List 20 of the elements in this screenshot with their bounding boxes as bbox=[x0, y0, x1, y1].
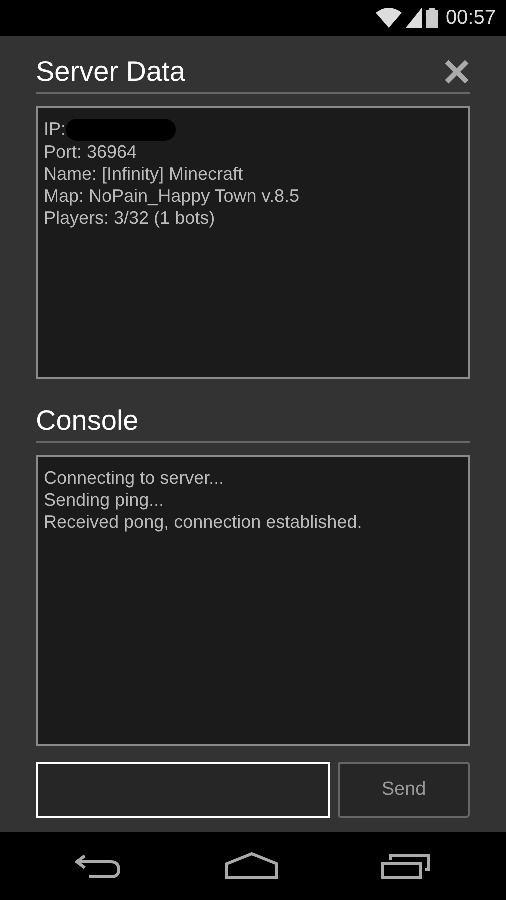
console-line: Connecting to server... bbox=[44, 467, 226, 489]
console-line: Sending ping... bbox=[44, 489, 166, 511]
recent-apps-icon[interactable] bbox=[381, 852, 431, 880]
info-line: IP: bbox=[44, 119, 66, 139]
section-title: Console bbox=[36, 404, 139, 438]
send-button[interactable]: Send bbox=[338, 762, 470, 818]
command-input-field[interactable] bbox=[36, 762, 330, 818]
info-line: Name: [Infinity] Minecraft bbox=[44, 164, 244, 184]
clock: 00:57 bbox=[446, 6, 496, 31]
info-line: Port: 36964 bbox=[44, 142, 138, 162]
info-line: Players: 3/32 (1 bots) bbox=[44, 208, 216, 228]
section-title: Server Data bbox=[36, 55, 186, 89]
close-icon[interactable] bbox=[444, 59, 470, 85]
info-line: Map: NoPain_Happy Town v.8.5 bbox=[44, 186, 300, 206]
battery-icon bbox=[426, 8, 438, 28]
home-icon[interactable] bbox=[225, 852, 279, 880]
wifi-icon bbox=[376, 8, 402, 28]
console-line: Received pong, connection established. bbox=[44, 511, 364, 533]
signal-icon bbox=[406, 8, 422, 28]
back-icon[interactable] bbox=[75, 853, 123, 879]
